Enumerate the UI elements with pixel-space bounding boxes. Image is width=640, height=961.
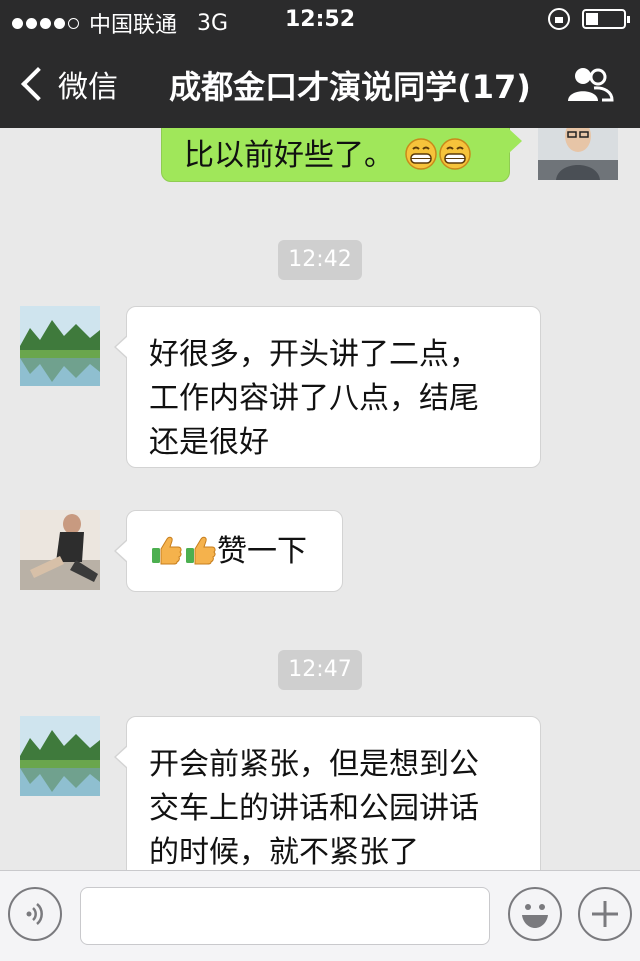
status-right bbox=[548, 8, 630, 30]
more-button[interactable] bbox=[578, 887, 632, 941]
status-bar: 中国联通 3G 12:52 bbox=[0, 0, 640, 40]
avatar-person[interactable] bbox=[20, 510, 100, 590]
input-toolbar bbox=[0, 870, 640, 961]
chevron-left-icon bbox=[21, 67, 55, 101]
smiley-icon bbox=[522, 904, 548, 928]
grinning-face-icon bbox=[404, 138, 437, 170]
emoji-button[interactable] bbox=[508, 887, 562, 941]
battery-icon bbox=[582, 9, 630, 29]
status-time: 12:52 bbox=[284, 7, 356, 32]
message-bubble[interactable]: 赞一下 bbox=[114, 510, 343, 592]
group-icon[interactable] bbox=[564, 66, 614, 102]
chat-area[interactable]: 比以前好些了。 12:42 好很多，开头讲了二点， 工作内容讲了八点，结尾 还是… bbox=[0, 128, 640, 870]
grinning-face-icon bbox=[438, 138, 471, 170]
voice-icon bbox=[26, 903, 43, 925]
avatar-landscape[interactable] bbox=[20, 306, 100, 386]
message-input[interactable] bbox=[80, 887, 490, 945]
thumbs-up-icon bbox=[152, 536, 182, 565]
message-line: 还是很好 bbox=[149, 425, 269, 460]
plus-icon bbox=[592, 901, 618, 927]
message-line: 工作内容讲了八点，结尾 bbox=[149, 381, 479, 416]
message-line: 好很多，开头讲了二点， bbox=[149, 337, 479, 372]
message-line: 开会前紧张，但是想到公 bbox=[149, 747, 479, 782]
avatar-landscape[interactable] bbox=[20, 716, 100, 796]
message-line: 交车上的讲话和公园讲话 bbox=[149, 791, 479, 826]
chat-title: 成都金口才演说同学(17) bbox=[169, 68, 531, 106]
message-text: 比以前好些了。 bbox=[184, 138, 394, 173]
message-bubble-mine[interactable]: 比以前好些了。 bbox=[161, 128, 522, 182]
back-label: 微信 bbox=[58, 70, 118, 105]
voice-button[interactable] bbox=[8, 887, 62, 941]
thumbs-up-icon bbox=[186, 536, 216, 565]
nav-bar: 微信 成都金口才演说同学(17) bbox=[0, 40, 640, 128]
timestamp: 12:42 bbox=[278, 240, 362, 280]
message-line: 的时候，就不紧张了 bbox=[149, 835, 419, 870]
message-bubble[interactable]: 开会前紧张，但是想到公 交车上的讲话和公园讲话 的时候，就不紧张了 bbox=[114, 716, 541, 870]
message-bubble[interactable]: 好很多，开头讲了二点， 工作内容讲了八点，结尾 还是很好 bbox=[114, 306, 541, 468]
back-button[interactable]: 微信 bbox=[18, 62, 118, 106]
avatar-self[interactable] bbox=[538, 128, 618, 180]
rotation-lock-icon bbox=[548, 8, 570, 30]
timestamp: 12:47 bbox=[278, 650, 362, 690]
message-text: 赞一下 bbox=[217, 534, 307, 569]
